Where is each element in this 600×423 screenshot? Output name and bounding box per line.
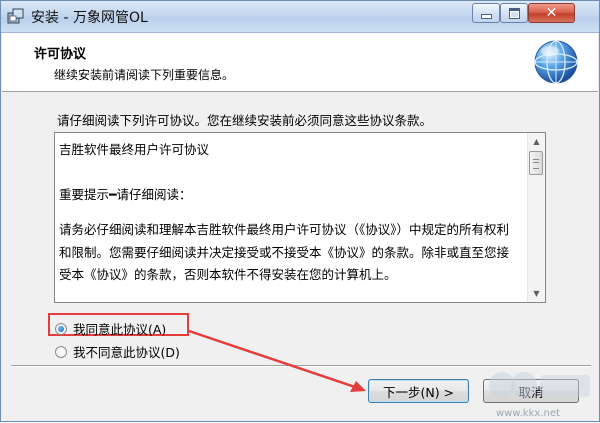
close-button[interactable]: ✕: [528, 3, 575, 23]
maximize-icon: [501, 4, 527, 22]
installer-app-icon: [7, 8, 24, 24]
minimize-icon: [473, 4, 499, 22]
disagree-radio-option[interactable]: 我不同意此协议(D): [55, 342, 180, 361]
radio-unselected-icon[interactable]: [55, 345, 67, 358]
license-body: 请务必仔细阅读和理解本吉胜软件最终用户许可协议（《协议》）中规定的所有权利和限制…: [59, 222, 510, 282]
page-header: 许可协议 继续安装前请阅读下列重要信息。: [2, 33, 598, 92]
installer-window: 安装 - 万象网管OL ✕ 许可协议 继续安装前请阅读下列重要信息。 请仔细阅读…: [0, 0, 600, 422]
disagree-radio-label: 我不同意此协议(D): [73, 345, 180, 360]
agree-radio-label: 我同意此协议(A): [73, 322, 167, 337]
minimize-button[interactable]: [472, 3, 500, 23]
page-subtitle: 继续安装前请阅读下列重要信息。: [54, 68, 235, 82]
license-content: 吉胜软件最终用户许可协议 重要提示━请仔细阅读： 请务必仔细阅读和理解本吉胜软件…: [59, 139, 519, 287]
license-textbox[interactable]: 吉胜软件最终用户许可协议 重要提示━请仔细阅读： 请务必仔细阅读和理解本吉胜软件…: [54, 132, 546, 303]
next-button[interactable]: 下一步(N) >: [368, 379, 469, 403]
license-scrollbar[interactable]: ▲ ▼: [527, 133, 545, 302]
watermark-text: www.kkx.net: [496, 408, 560, 419]
window-title: 安装 - 万象网管OL: [31, 10, 148, 26]
page-title: 许可协议: [34, 47, 87, 62]
license-heading: 吉胜软件最终用户许可协议: [59, 142, 210, 157]
license-intro-text: 请仔细阅读下列许可协议。您在继续安装前必须同意这些协议条款。: [57, 113, 433, 128]
license-notice: 重要提示━请仔细阅读：: [59, 186, 192, 202]
title-bar[interactable]: 安装 - 万象网管OL ✕: [1, 1, 599, 33]
scroll-up-icon[interactable]: ▲: [528, 133, 545, 150]
maximize-button[interactable]: [500, 3, 528, 23]
radio-selected-icon[interactable]: [55, 322, 67, 335]
scroll-down-icon[interactable]: ▼: [528, 285, 545, 302]
close-icon: ✕: [545, 5, 558, 21]
scroll-thumb[interactable]: [529, 151, 543, 175]
globe-icon: [534, 40, 578, 84]
agree-radio-option[interactable]: 我同意此协议(A): [55, 319, 166, 338]
